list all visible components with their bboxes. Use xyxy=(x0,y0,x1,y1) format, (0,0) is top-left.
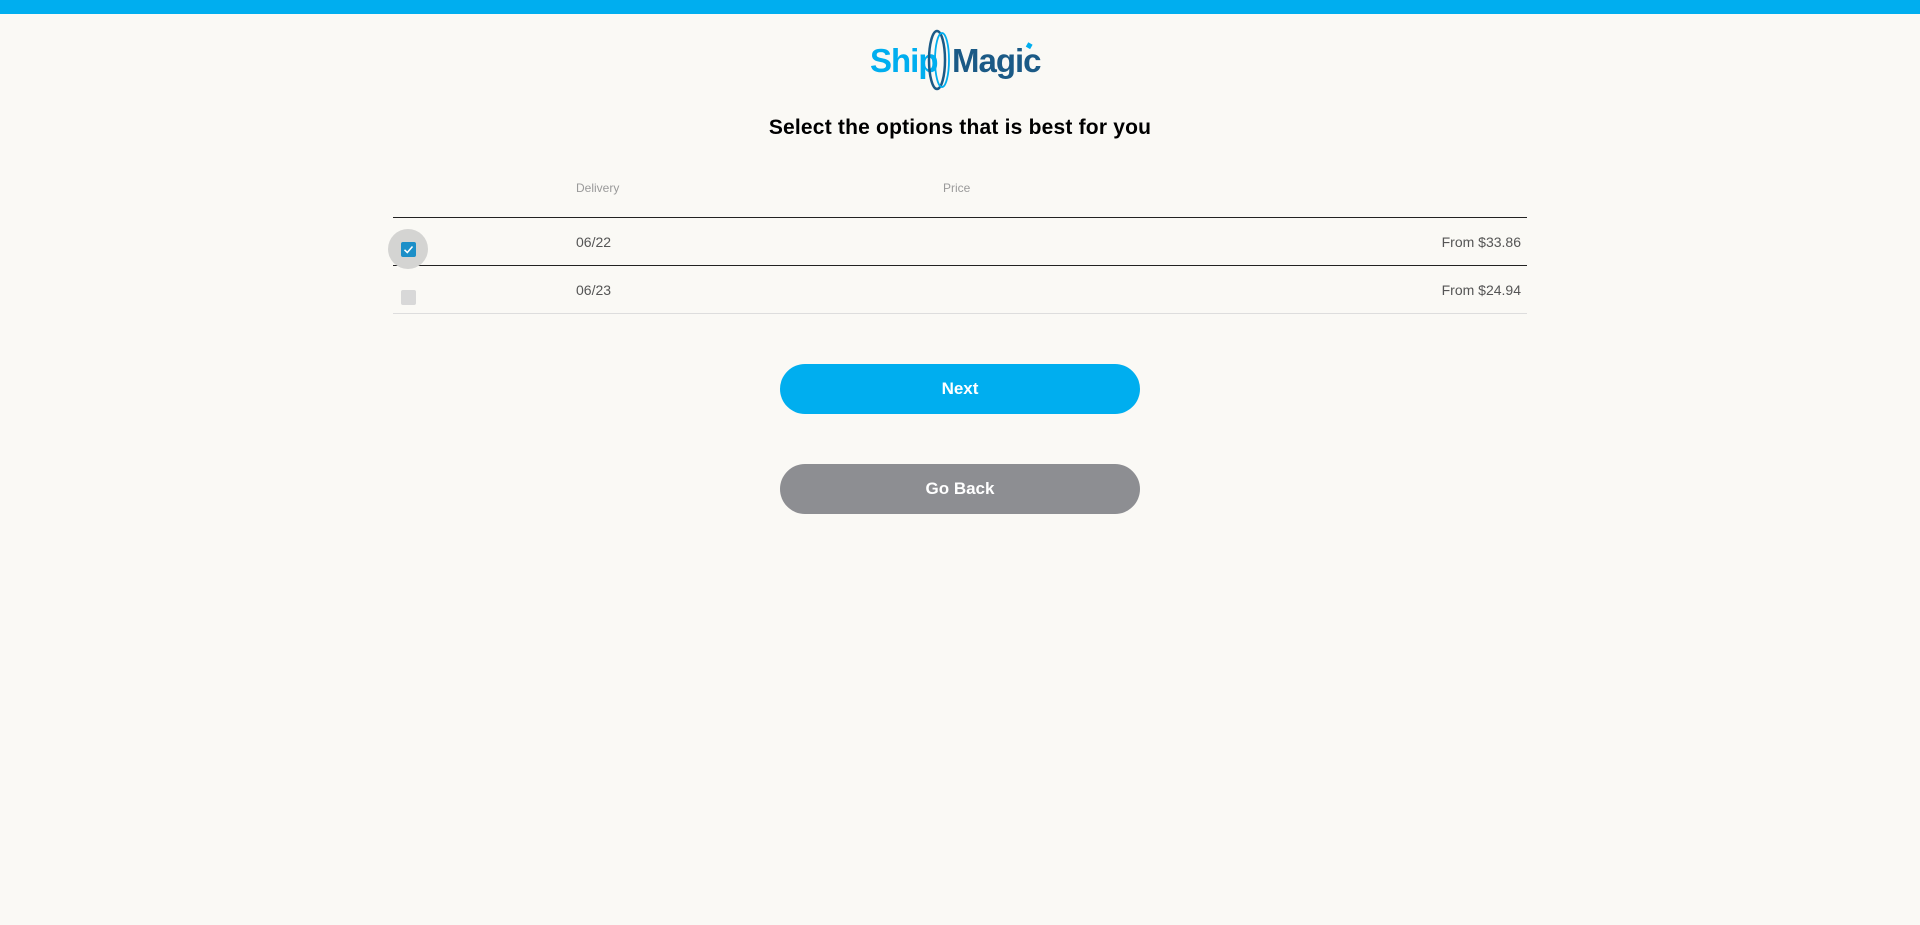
svg-text:Ship: Ship xyxy=(870,42,938,79)
row-checkbox[interactable] xyxy=(401,242,416,257)
delivery-date: 06/23 xyxy=(576,282,612,298)
checkbox-wrapper xyxy=(388,277,428,317)
price-value: From $33.86 xyxy=(1441,234,1521,250)
go-back-button[interactable]: Go Back xyxy=(780,464,1140,514)
checkbox-focus-ring xyxy=(388,229,428,269)
checkmark-icon xyxy=(403,246,414,254)
page-heading: Select the options that is best for you xyxy=(768,116,1152,139)
shipping-options-table: Delivery Price 06/22 From $33.86 06/23 F… xyxy=(388,174,1527,314)
row-checkbox[interactable] xyxy=(401,290,416,305)
table-row[interactable]: 06/23 From $24.94 xyxy=(393,266,1527,314)
table-header: Delivery Price xyxy=(393,174,1527,218)
table-row[interactable]: 06/22 From $33.86 xyxy=(388,218,1527,269)
column-header-delivery: Delivery xyxy=(576,181,620,195)
price-value: From $24.94 xyxy=(1441,282,1521,298)
top-accent-bar xyxy=(0,0,1920,14)
delivery-date: 06/22 xyxy=(576,234,612,250)
next-button[interactable]: Next xyxy=(780,364,1140,414)
shipmagic-logo: Ship Magic xyxy=(868,28,1052,92)
column-header-price: Price xyxy=(943,181,971,195)
